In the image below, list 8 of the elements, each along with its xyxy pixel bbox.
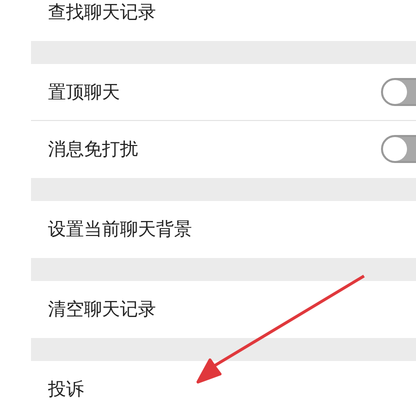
row-label: 设置当前聊天背景 (48, 218, 192, 241)
toggle-switch[interactable] (381, 135, 416, 163)
row-label: 消息免打扰 (48, 138, 138, 161)
row-label: 置顶聊天 (48, 81, 120, 104)
row-label: 投诉 (48, 378, 84, 401)
row-label: 清空聊天记录 (48, 298, 156, 321)
row-label: 查找聊天记录 (48, 1, 156, 24)
toggle-switch[interactable] (381, 78, 416, 106)
